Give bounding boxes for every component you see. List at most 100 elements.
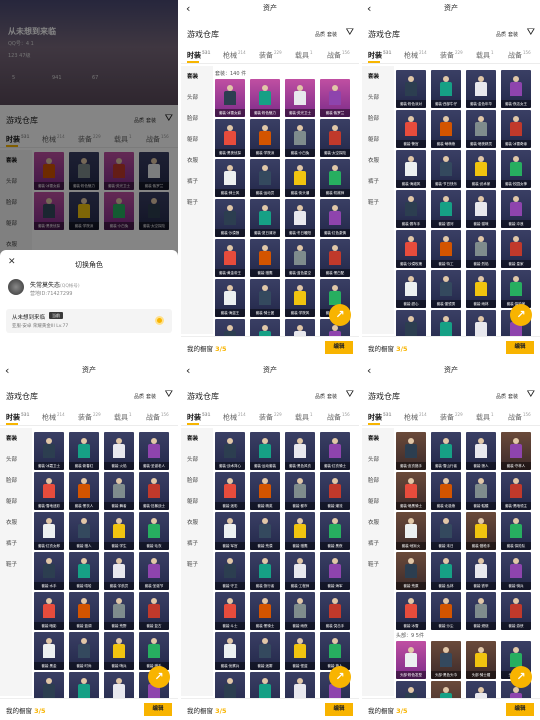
type-filter[interactable]: 套装: [508, 31, 518, 38]
item-card[interactable]: 套装·雨林: [466, 270, 496, 308]
tab-2[interactable]: 装备229: [440, 412, 463, 422]
item-card[interactable]: 套装·墨镜男: [431, 270, 461, 308]
item-card[interactable]: 套装·守卫: [215, 552, 245, 590]
item-card[interactable]: 套装·猎手: [139, 632, 169, 670]
item-card[interactable]: 套装·水手: [34, 552, 64, 590]
item-card[interactable]: 套装·突击手: [320, 592, 350, 630]
item-card[interactable]: 套装·金色年华: [466, 70, 496, 108]
item-card[interactable]: 套装·雨夜: [285, 592, 315, 630]
tab-1[interactable]: 枪械214: [404, 50, 427, 60]
item-card[interactable]: 套装·新春红: [69, 432, 99, 470]
item-card[interactable]: 套装·学院派: [250, 119, 280, 157]
item-card[interactable]: 套装·侦察兵: [215, 632, 245, 670]
item-card[interactable]: 套装·海军: [320, 552, 350, 590]
sidebar-item-0[interactable]: 套装: [368, 72, 379, 80]
sidebar-item-0[interactable]: 套装: [187, 434, 198, 442]
item-card[interactable]: 套装·猫咪: [466, 190, 496, 228]
item-card[interactable]: 套装·皮衣猎手: [396, 432, 426, 470]
item-card[interactable]: 套装·紫罗兰: [320, 79, 350, 117]
item-card[interactable]: 套装·精英: [250, 472, 280, 510]
quality-filter[interactable]: 品质: [496, 31, 506, 38]
item-card[interactable]: 套装·潮流: [320, 472, 350, 510]
item-card[interactable]: 套装·剑客: [250, 672, 280, 698]
item-card[interactable]: 套装·蓝调: [69, 592, 99, 630]
item-card[interactable]: 套装·军官: [215, 512, 245, 550]
item-card[interactable]: 套装·战术背心: [215, 432, 245, 470]
selected-radio-icon[interactable]: [155, 316, 164, 325]
edit-button[interactable]: 编辑: [325, 703, 353, 716]
item-card[interactable]: 套装·西部牛仔: [431, 70, 461, 108]
item-card[interactable]: 套装·冬装: [104, 672, 134, 698]
tab-0[interactable]: 时装531: [6, 412, 29, 426]
item-card[interactable]: 套装·斗士: [215, 592, 245, 630]
item-card[interactable]: 套装·忍者: [466, 310, 496, 336]
item-card[interactable]: 套装·夜行者: [285, 319, 315, 336]
item-card[interactable]: 套装·哨兵: [104, 632, 134, 670]
edit-button[interactable]: 编辑: [144, 703, 172, 716]
item-card[interactable]: 套装·地狱火: [396, 512, 426, 550]
sidebar-item-1[interactable]: 头部: [187, 93, 198, 101]
tab-2[interactable]: 装备229: [259, 50, 282, 60]
sidebar-item-0[interactable]: 套装: [368, 434, 379, 442]
item-card[interactable]: 套装·雪地迷彩: [34, 472, 64, 510]
item-card[interactable]: 套装·怪盗: [285, 632, 315, 670]
item-card[interactable]: 套装·骑士团: [250, 279, 280, 317]
tab-2[interactable]: 装备229: [259, 412, 282, 422]
tab-0[interactable]: 时装531: [368, 412, 391, 426]
item-card[interactable]: 套装·黑白配: [320, 239, 350, 277]
item-card[interactable]: 套装·迷彩: [215, 472, 245, 510]
item-card[interactable]: 套装·红色激情: [320, 199, 350, 237]
tab-4[interactable]: 战备156: [327, 412, 350, 422]
type-filter[interactable]: 套装: [508, 393, 518, 400]
item-card[interactable]: 套装·海盗王: [215, 279, 245, 317]
item-card[interactable]: 套装·末日: [431, 512, 461, 550]
item-card[interactable]: 套装·火焰: [104, 432, 134, 470]
type-filter[interactable]: 套装: [327, 31, 337, 38]
tab-3[interactable]: 载具1: [295, 412, 313, 422]
item-card[interactable]: 套装·野战: [69, 672, 99, 698]
item-card[interactable]: 套装·大侠: [215, 672, 245, 698]
item-card[interactable]: 套装·黄金帝王: [215, 239, 245, 277]
item-card[interactable]: 套装·舞者: [104, 472, 134, 510]
item-card[interactable]: 套装·守林人: [501, 432, 531, 470]
item-card[interactable]: 套装·狼人: [466, 432, 496, 470]
sidebar-item-6[interactable]: 鞋子: [187, 560, 198, 568]
sidebar-item-5[interactable]: 裤子: [187, 177, 198, 185]
sidebar-item-5[interactable]: 裤子: [368, 539, 379, 547]
item-card[interactable]: 套装·太空探险: [320, 119, 350, 157]
sidebar-item-1[interactable]: 头部: [368, 455, 379, 463]
item-card[interactable]: 头部·骑士帽: [466, 641, 496, 679]
item-card[interactable]: 套装·机械师: [320, 159, 350, 197]
type-filter[interactable]: 套装: [146, 393, 156, 400]
sidebar-item-5[interactable]: 裤子: [368, 177, 379, 185]
item-card[interactable]: 套装·黑衣人: [69, 472, 99, 510]
sidebar-item-1[interactable]: 头部: [187, 455, 198, 463]
item-card[interactable]: 套装·圣诞节: [139, 552, 169, 590]
item-card[interactable]: 套装·猎人: [69, 512, 99, 550]
item-card[interactable]: 套装·小丑: [34, 672, 64, 698]
type-filter[interactable]: 套装: [327, 393, 337, 400]
item-card[interactable]: 套装·冲浪: [501, 190, 531, 228]
item-card[interactable]: 套装·猎鹰: [285, 512, 315, 550]
tab-0[interactable]: 时装531: [187, 50, 210, 64]
item-card[interactable]: 套装·黑夜: [320, 512, 350, 550]
share-fab-icon[interactable]: ↗: [329, 304, 351, 326]
filter-icon[interactable]: ⛛: [165, 389, 173, 400]
item-card[interactable]: 套装·摇滚: [396, 310, 426, 336]
item-card[interactable]: 套装·时尚: [69, 632, 99, 670]
sidebar-item-2[interactable]: 脸部: [187, 114, 198, 122]
item-card[interactable]: 套装·沙漠玫瑰: [396, 230, 426, 268]
item-card[interactable]: 套装·圣诞老人: [139, 432, 169, 470]
role-option[interactable]: 从未想到来临 当前 亚服·安卓 荣耀黄金III Lv.77: [6, 309, 172, 333]
tab-4[interactable]: 战备156: [508, 412, 531, 422]
sidebar-item-6[interactable]: 鞋子: [187, 198, 198, 206]
item-card[interactable]: 套装·沙尘: [431, 592, 461, 630]
item-card[interactable]: 套装·暗黑骑士: [396, 472, 426, 510]
tab-0[interactable]: 时装531: [368, 50, 391, 64]
item-card[interactable]: 套装·校园女神: [501, 150, 531, 188]
edit-button[interactable]: 编辑: [325, 341, 353, 354]
item-card[interactable]: 套装·荧光卫士: [285, 79, 315, 117]
sidebar-item-4[interactable]: 衣服: [187, 156, 198, 164]
item-card[interactable]: 套装·粉色魅力: [250, 79, 280, 117]
sidebar-item-2[interactable]: 脸部: [187, 476, 198, 484]
